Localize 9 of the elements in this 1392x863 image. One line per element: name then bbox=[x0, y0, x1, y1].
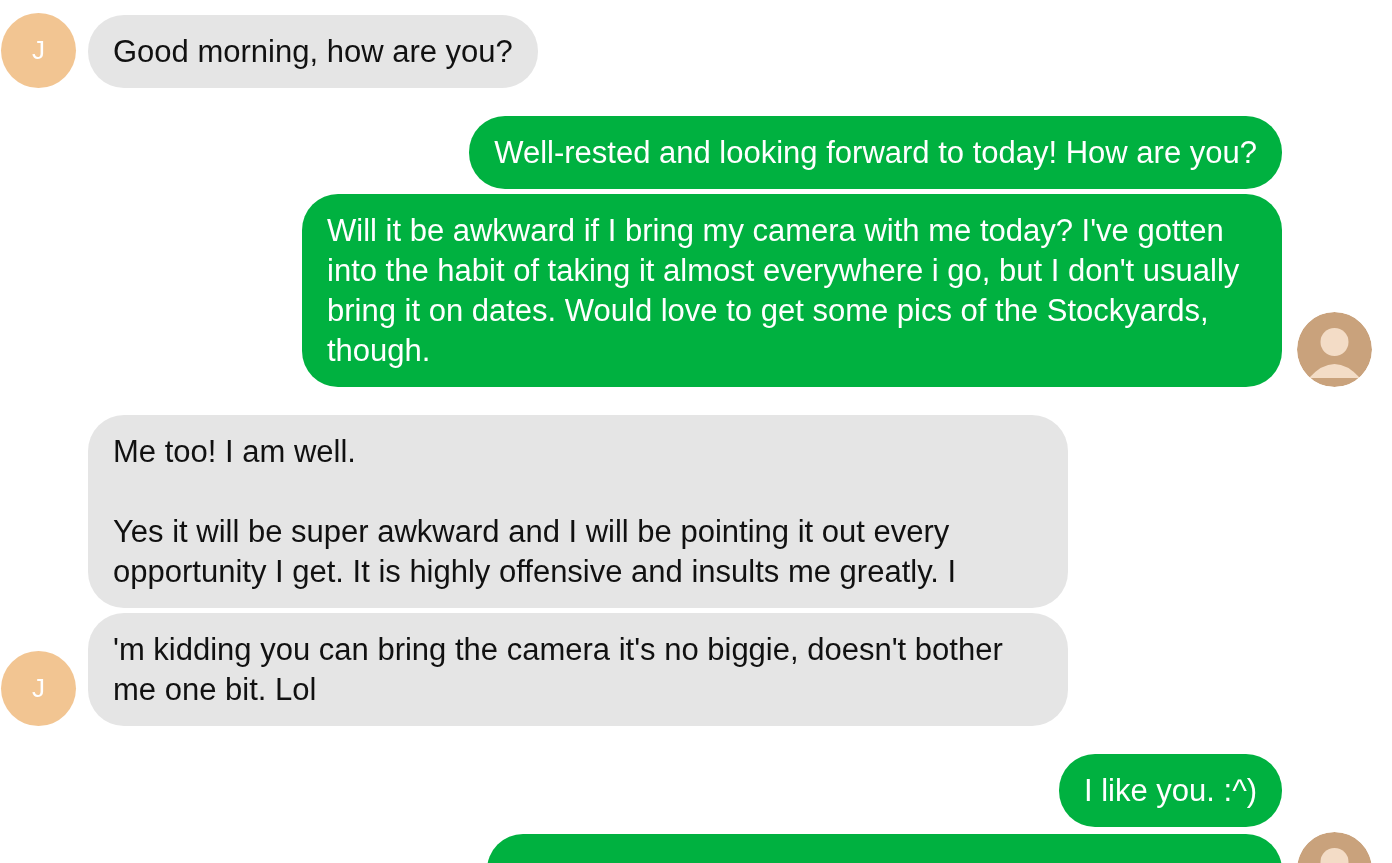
avatar-icon bbox=[1297, 312, 1372, 387]
message-bubble: 'm kidding you can bring the camera it's no biggie, doesn't bother me one bit. Lol bbox=[88, 613, 1068, 726]
message-bubble: Will it be awkward if I bring my camera with me today? I've gotten into the habit of taking it almost everywhere i go, but I don't usually bring it on dates. Would love to get some pics of the Stockyards, though. bbox=[302, 194, 1282, 387]
avatar-circle: J bbox=[1, 13, 76, 88]
message-bubble: Me too! I am well. Yes it will be super awkward and I will be pointing it out every opportunity I get. It is highly offensive and insults me greatly. I bbox=[88, 415, 1068, 608]
avatar-circle: J bbox=[1, 651, 76, 726]
message-bubble: Well-rested and looking forward to today! How are you? bbox=[469, 116, 1282, 189]
message-bubble: I like you. :^) bbox=[1058, 754, 1282, 827]
message-bubble: Good morning, how are you? bbox=[88, 15, 538, 88]
